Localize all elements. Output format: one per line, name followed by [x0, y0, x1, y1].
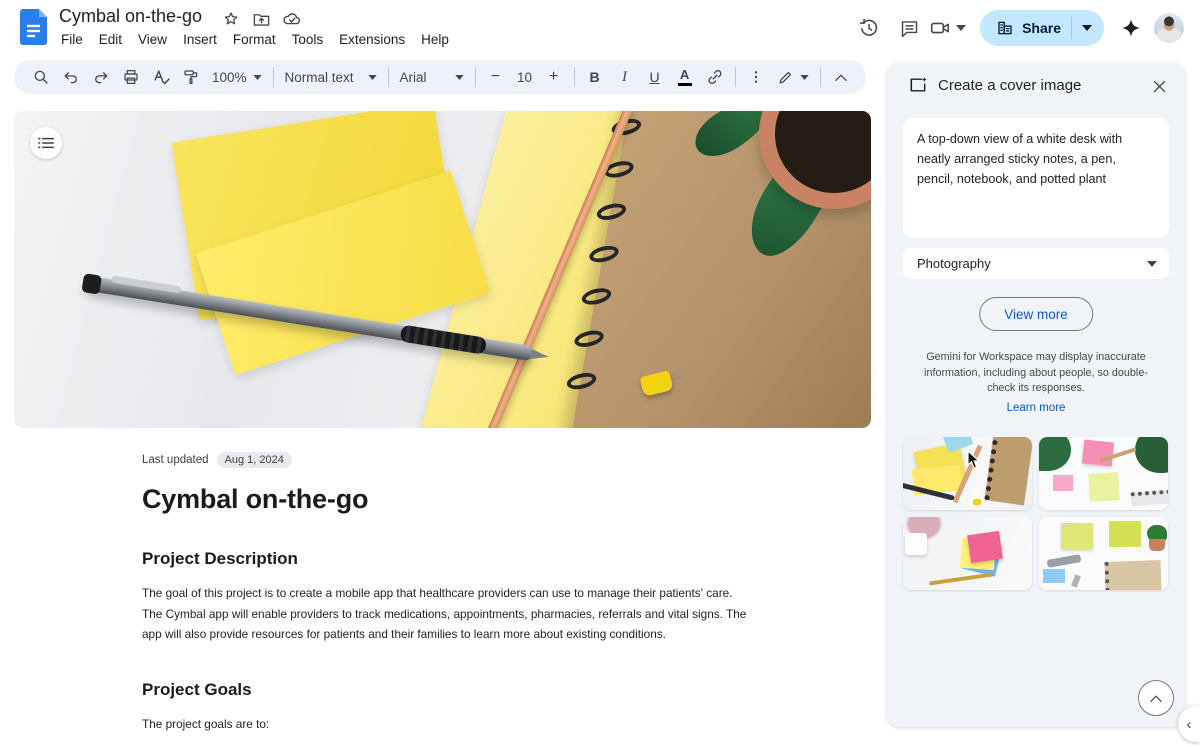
undo-icon[interactable]: [58, 64, 84, 90]
font-size-increase-button[interactable]: +: [541, 64, 567, 90]
share-button[interactable]: Share: [980, 10, 1104, 46]
star-icon[interactable]: [221, 9, 241, 29]
doc-paragraph-description[interactable]: The goal of this project is to create a …: [142, 583, 752, 645]
hide-menus-icon[interactable]: [828, 64, 854, 90]
zoom-value: 100%: [212, 70, 247, 85]
text-color-glyph: A: [680, 68, 689, 81]
doc-heading-project-goals[interactable]: Project Goals: [142, 680, 752, 700]
scroll-to-top-button[interactable]: [1138, 680, 1174, 716]
version-history-icon[interactable]: [849, 8, 889, 48]
close-panel-icon[interactable]: [1144, 71, 1174, 101]
account-avatar[interactable]: [1154, 13, 1184, 43]
image-style-value: Photography: [917, 256, 991, 271]
toolbar-divider: [273, 67, 274, 87]
search-menus-icon[interactable]: [28, 64, 54, 90]
menu-edit[interactable]: Edit: [91, 29, 130, 50]
gemini-disclaimer-text: Gemini for Workspace may display inaccur…: [910, 350, 1162, 397]
image-sparkle-icon: [908, 75, 928, 95]
view-more-button[interactable]: View more: [979, 297, 1093, 331]
prompt-input[interactable]: A top-down view of a white desk with nea…: [903, 118, 1169, 238]
menu-view[interactable]: View: [130, 29, 175, 50]
editing-mode-select[interactable]: [771, 64, 815, 90]
meet-join-call-control[interactable]: [929, 17, 966, 39]
cover-option-thumbnail-2[interactable]: [1039, 437, 1168, 510]
last-updated-label[interactable]: Last updated: [142, 454, 209, 466]
paragraph-style-select[interactable]: Normal text: [279, 64, 383, 90]
top-actions: Share: [849, 0, 1200, 56]
cover-option-thumbnail-4[interactable]: [1039, 517, 1168, 590]
font-family-value: Arial: [400, 70, 427, 85]
underline-button[interactable]: U: [642, 64, 668, 90]
italic-button[interactable]: I: [612, 64, 638, 90]
chevron-down-icon: [1147, 261, 1157, 267]
toolbar-divider: [388, 67, 389, 87]
panel-header: Create a cover image: [886, 62, 1186, 108]
zoom-select[interactable]: 100%: [206, 64, 268, 90]
menu-file[interactable]: File: [53, 29, 91, 50]
menu-extensions[interactable]: Extensions: [331, 29, 413, 50]
google-docs-window: Cymbal on-the-go File Edit View Insert F…: [0, 0, 1200, 747]
chevron-left-icon: ‹: [1187, 716, 1192, 733]
docs-logo-icon[interactable]: [20, 9, 47, 45]
panel-title: Create a cover image: [938, 77, 1081, 94]
toolbar-divider: [574, 67, 575, 87]
toolbar-divider: [735, 67, 736, 87]
redo-icon[interactable]: [88, 64, 114, 90]
text-color-button[interactable]: A: [672, 64, 698, 90]
spellcheck-icon[interactable]: [148, 64, 174, 90]
text-color-swatch: [678, 83, 692, 87]
gemini-sparkle-icon[interactable]: [1114, 8, 1148, 48]
cloud-saved-icon[interactable]: [282, 9, 302, 29]
doc-heading-project-description[interactable]: Project Description: [142, 549, 752, 569]
paragraph-style-value: Normal text: [285, 70, 354, 85]
document-title[interactable]: Cymbal on-the-go: [59, 6, 202, 27]
top-bar: Cymbal on-the-go File Edit View Insert F…: [0, 0, 1200, 56]
menu-help[interactable]: Help: [413, 29, 457, 50]
comments-icon[interactable]: [889, 8, 929, 48]
toolbar-divider: [475, 67, 476, 87]
hide-side-panel-handle[interactable]: ‹: [1178, 706, 1200, 742]
formatting-toolbar: 100% Normal text Arial − 10 + B I U A: [14, 60, 866, 94]
paint-format-icon[interactable]: [178, 64, 204, 90]
menu-bar: File Edit View Insert Format Tools Exten…: [53, 29, 457, 50]
print-icon[interactable]: [118, 64, 144, 90]
cover-option-thumbnail-1[interactable]: [903, 437, 1032, 510]
insert-link-icon[interactable]: [702, 64, 728, 90]
share-button-label: Share: [1022, 20, 1061, 36]
image-options-list-icon[interactable]: [30, 127, 62, 159]
bold-button[interactable]: B: [582, 64, 608, 90]
last-updated-date-chip[interactable]: Aug 1, 2024: [217, 452, 292, 468]
menu-tools[interactable]: Tools: [284, 29, 332, 50]
doc-paragraph-goals[interactable]: The project goals are to:: [142, 714, 752, 735]
font-size-decrease-button[interactable]: −: [483, 64, 509, 90]
font-size-value[interactable]: 10: [513, 64, 537, 90]
toolbar-divider: [820, 67, 821, 87]
share-restricted-icon: [996, 19, 1014, 37]
menu-format[interactable]: Format: [225, 29, 284, 50]
image-style-select[interactable]: Photography: [903, 248, 1169, 279]
more-options-icon[interactable]: [743, 64, 769, 90]
doc-heading-title[interactable]: Cymbal on-the-go: [142, 484, 752, 515]
create-cover-image-panel: Create a cover image A top-down view of …: [886, 62, 1186, 727]
share-dropdown-caret[interactable]: [1072, 10, 1104, 46]
document-canvas[interactable]: Last updated Aug 1, 2024 Cymbal on-the-g…: [0, 94, 886, 747]
cover-option-thumbnail-3[interactable]: [903, 517, 1032, 590]
move-folder-icon[interactable]: [251, 9, 271, 29]
learn-more-link[interactable]: Learn more: [886, 402, 1186, 414]
font-family-select[interactable]: Arial: [394, 64, 470, 90]
document-body: Last updated Aug 1, 2024 Cymbal on-the-g…: [142, 452, 752, 734]
menu-insert[interactable]: Insert: [175, 29, 225, 50]
cover-image[interactable]: [14, 111, 871, 428]
